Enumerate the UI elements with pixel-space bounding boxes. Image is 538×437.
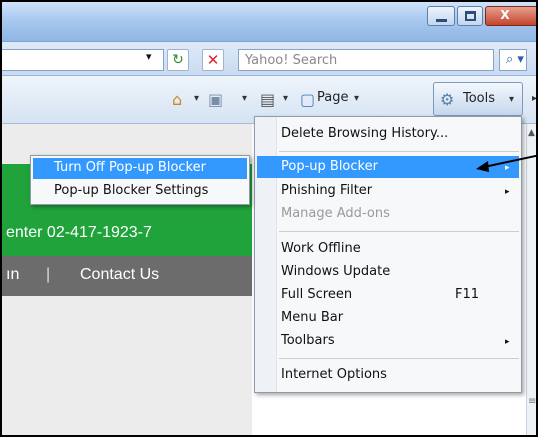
refresh-button[interactable]: ↻ (167, 49, 189, 71)
print-icon[interactable]: ▤ (260, 90, 275, 109)
popup-blocker-submenu: Turn Off Pop-up Blocker Pop-up Blocker S… (30, 155, 250, 205)
toolbars-submenu-arrow-icon: ▸ (505, 337, 510, 347)
menu-item-delete-browsing-history[interactable]: Delete Browsing History... (281, 126, 448, 141)
contact-us-link[interactable]: Contact Us (80, 266, 159, 284)
menu-separator (279, 358, 519, 359)
page-dropdown-icon[interactable]: ▾ (354, 93, 359, 104)
stop-icon: ✕ (206, 51, 220, 69)
close-icon: X (500, 8, 510, 22)
search-button[interactable]: ⌕ ▾ (499, 49, 527, 71)
menu-item-manage-add-ons: Manage Add-ons (281, 206, 390, 221)
menu-item-internet-options[interactable]: Internet Options (281, 367, 387, 382)
call-center-text: enter 02-417-1923-7 (6, 224, 152, 241)
address-dropdown-icon[interactable]: ▾ (146, 50, 152, 63)
page-menu-label[interactable]: Page (317, 90, 348, 105)
home-dropdown-icon[interactable]: ▾ (194, 93, 199, 104)
full-screen-shortcut: F11 (455, 287, 480, 302)
address-toolbar: ▾ ↻ ✕ Yahoo! Search ⌕ ▾ (2, 42, 536, 76)
feeds-dropdown-icon[interactable]: ▾ (242, 93, 247, 104)
close-button[interactable]: X (485, 6, 536, 26)
search-input[interactable]: Yahoo! Search (238, 49, 494, 71)
menu-separator (279, 231, 519, 232)
menu-item-toolbars[interactable]: Toolbars (281, 333, 335, 348)
submenu-item-turn-off-popup-blocker[interactable]: Turn Off Pop-up Blocker (54, 160, 206, 175)
title-bar: X (2, 2, 536, 42)
scroll-up-icon[interactable]: ▲ (528, 128, 535, 138)
search-placeholder: Yahoo! Search (245, 53, 338, 68)
menu-item-full-screen[interactable]: Full Screen (281, 287, 352, 302)
tools-menu-label: Tools (463, 91, 496, 106)
annotation-arrow-icon (476, 154, 536, 172)
menu-item-windows-update[interactable]: Windows Update (281, 264, 390, 279)
refresh-icon: ↻ (172, 52, 184, 68)
tools-dropdown-icon: ▾ (509, 94, 515, 105)
browser-window: X ▾ ↻ ✕ Yahoo! Search ⌕ ▾ ⌂ ▾ ▣ ▾ ▤ ▾ ▢ … (0, 0, 538, 437)
scroll-grip-icon[interactable]: ≡ (528, 396, 536, 407)
nav-link-partial[interactable]: ın (6, 266, 19, 284)
home-icon[interactable]: ⌂ (172, 90, 182, 109)
print-dropdown-icon[interactable]: ▾ (283, 93, 288, 104)
address-input[interactable] (2, 49, 164, 71)
page-icon[interactable]: ▢ (300, 90, 315, 109)
more-commands-icon[interactable]: ▸ (532, 93, 536, 104)
minimize-button[interactable] (427, 6, 455, 26)
phishing-filter-submenu-arrow-icon: ▸ (505, 187, 510, 197)
tools-menu-button[interactable]: ⚙ Tools ▾ (433, 82, 523, 116)
menu-item-work-offline[interactable]: Work Offline (281, 241, 361, 256)
menu-item-popup-blocker[interactable]: Pop-up Blocker (281, 159, 378, 174)
minimize-icon (436, 19, 447, 22)
menu-item-menu-bar[interactable]: Menu Bar (281, 310, 343, 325)
search-icon: ⌕ ▾ (506, 52, 524, 67)
menu-item-phishing-filter[interactable]: Phishing Filter (281, 183, 372, 198)
gear-icon: ⚙ (440, 90, 455, 109)
feeds-icon[interactable]: ▣ (208, 90, 223, 109)
stop-button[interactable]: ✕ (202, 49, 224, 71)
submenu-item-popup-blocker-settings[interactable]: Pop-up Blocker Settings (54, 183, 208, 198)
nav-separator: | (46, 266, 51, 283)
